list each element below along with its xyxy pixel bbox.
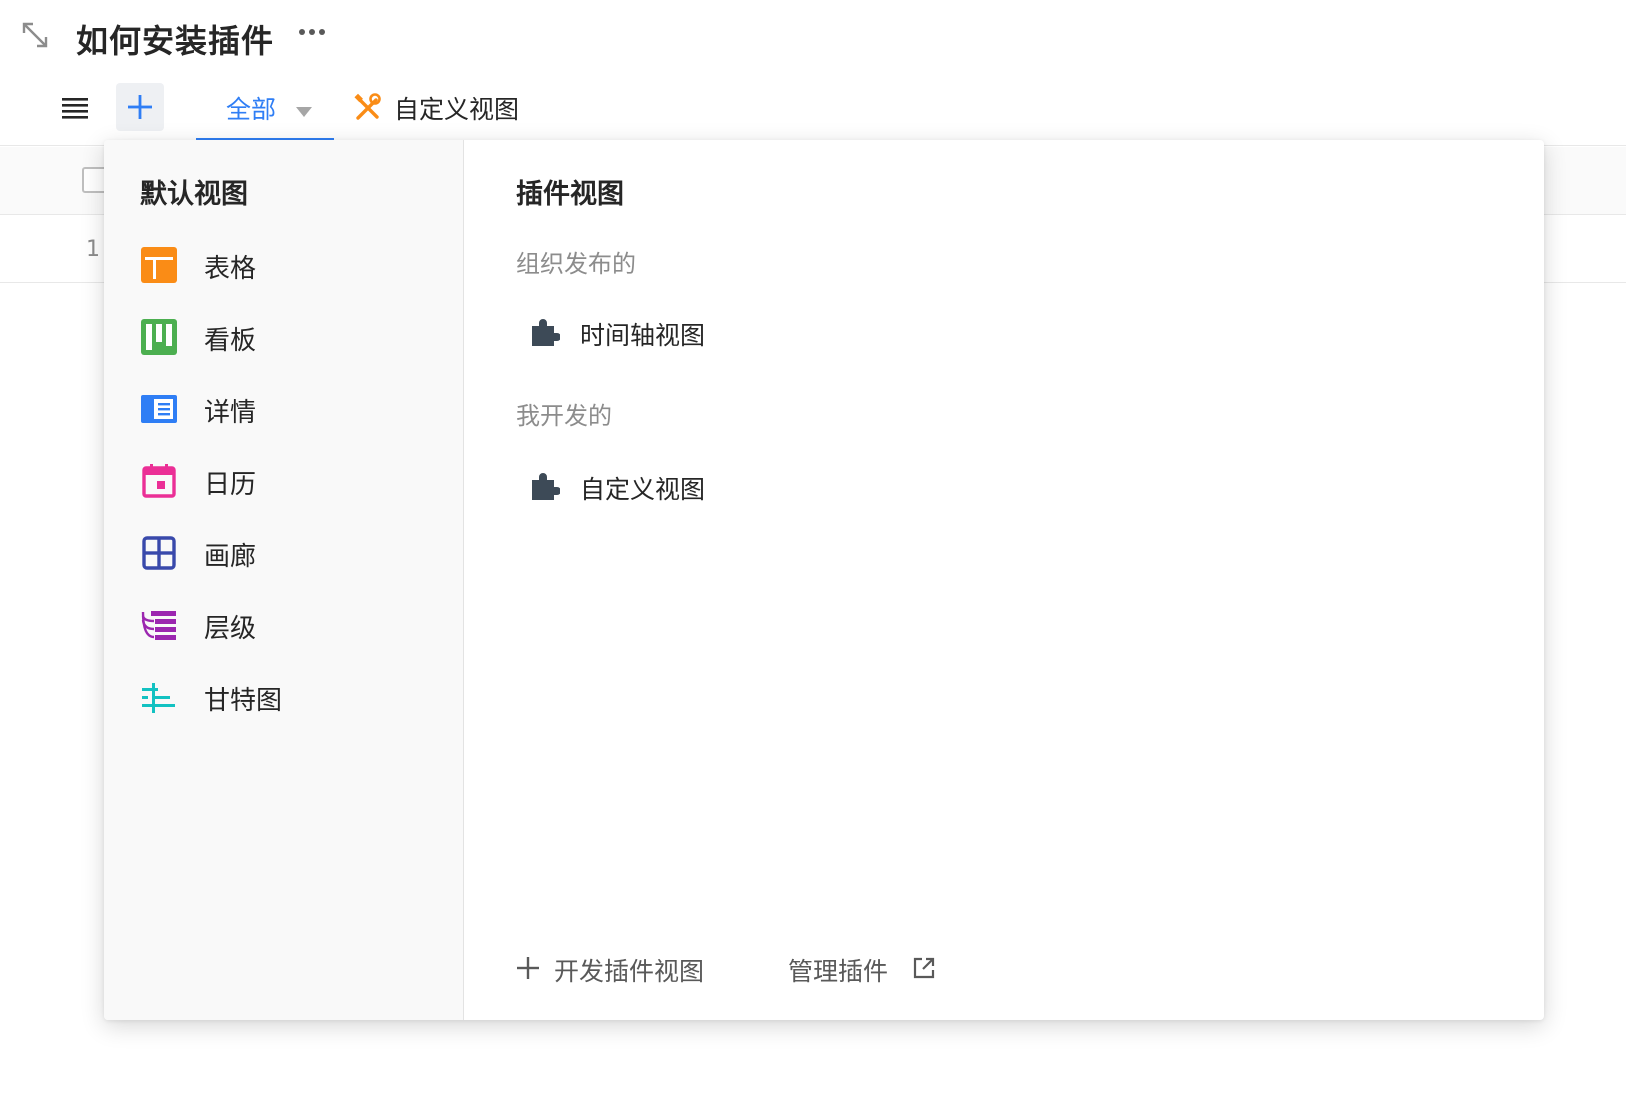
group-title-org: 组织发布的 [516, 250, 636, 278]
tab-all[interactable]: 全部 [196, 78, 334, 140]
plugin-views-panel: 插件视图 组织发布的 时间轴视图 我开发的 自定义视图 开发插件视图 管理插件 [464, 140, 1544, 1020]
view-item-kanban[interactable]: 看板 [140, 310, 440, 362]
plugin-item-label: 时间轴视图 [580, 321, 706, 350]
default-views-panel: 默认视图 表格 看板 详情 日历 画廊 层级 甘特图 [104, 140, 464, 1020]
kanban-icon [140, 318, 178, 356]
plus-icon [128, 95, 152, 119]
view-item-label: 层级 [204, 614, 257, 644]
tab-custom-view[interactable]: 自定义视图 [350, 78, 550, 140]
caret-down-icon[interactable] [296, 102, 312, 117]
view-item-hierarchy[interactable]: 层级 [140, 598, 440, 650]
puzzle-icon [528, 470, 561, 502]
add-view-popover: 默认视图 表格 看板 详情 日历 画廊 层级 甘特图 插件视图 组织发布的 时间… [104, 140, 1544, 1020]
hierarchy-icon [140, 606, 178, 644]
detail-icon [140, 390, 178, 428]
plugin-item-custom-view[interactable]: 自定义视图 [516, 460, 916, 510]
plugin-views-title: 插件视图 [516, 179, 624, 210]
view-item-label: 画廊 [204, 542, 257, 572]
row-number: 1 [86, 237, 100, 262]
group-title-mine: 我开发的 [516, 402, 612, 430]
view-item-label: 表格 [204, 254, 257, 284]
page-title: 如何安装插件 [76, 22, 275, 60]
tools-icon [352, 92, 382, 122]
view-toolbar: 全部 自定义视图 [0, 78, 1626, 146]
tab-custom-view-label: 自定义视图 [394, 95, 520, 124]
default-views-title: 默认视图 [140, 179, 248, 210]
view-item-label: 日历 [204, 470, 257, 500]
develop-plugin-view-label: 开发插件视图 [554, 957, 705, 986]
plugin-item-timeline[interactable]: 时间轴视图 [516, 306, 916, 356]
more-icon[interactable] [298, 22, 328, 42]
manage-plugins-link[interactable]: 管理插件 [788, 948, 968, 992]
add-view-button[interactable] [116, 83, 164, 131]
view-item-table[interactable]: 表格 [140, 238, 440, 290]
gantt-icon [140, 678, 178, 716]
view-item-detail[interactable]: 详情 [140, 382, 440, 434]
manage-plugins-label: 管理插件 [788, 957, 889, 986]
gallery-icon [140, 534, 178, 572]
develop-plugin-view-button[interactable]: 开发插件视图 [516, 948, 756, 992]
view-item-calendar[interactable]: 日历 [140, 454, 440, 506]
view-item-label: 甘特图 [204, 686, 283, 716]
view-item-gantt[interactable]: 甘特图 [140, 670, 440, 722]
plugin-item-label: 自定义视图 [580, 475, 706, 504]
page-header: 如何安装插件 [0, 0, 1626, 72]
puzzle-icon [528, 316, 561, 348]
view-item-gallery[interactable]: 画廊 [140, 526, 440, 578]
expand-icon[interactable] [20, 20, 50, 50]
external-link-icon [913, 957, 935, 979]
calendar-icon [140, 462, 178, 500]
plus-icon [517, 957, 539, 979]
view-item-label: 详情 [204, 398, 257, 428]
table-icon [140, 246, 178, 284]
list-menu-icon[interactable] [60, 93, 90, 123]
tab-all-label: 全部 [226, 95, 277, 124]
view-item-label: 看板 [204, 326, 257, 356]
